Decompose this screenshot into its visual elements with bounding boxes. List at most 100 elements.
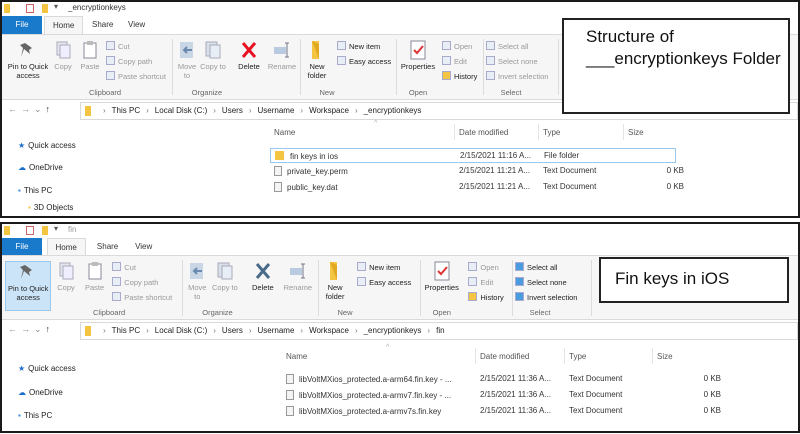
column-divider[interactable] xyxy=(475,348,476,364)
recent-locations-chevron-icon[interactable]: ⌄ xyxy=(34,104,46,114)
delete-button[interactable]: Delete xyxy=(246,261,280,292)
file-row[interactable]: libVoltMXios_protected.a-armv7s.fin.key 2… xyxy=(282,404,728,419)
history-button[interactable]: History xyxy=(468,292,504,303)
cut-button[interactable]: Cut xyxy=(112,262,136,273)
paste-button[interactable]: Paste xyxy=(78,40,102,71)
breadcrumb-item[interactable]: Workspace xyxy=(309,106,349,115)
column-header-type[interactable]: Type xyxy=(543,128,560,137)
new-folder-button[interactable]: New folder xyxy=(322,261,348,301)
column-divider[interactable] xyxy=(623,124,624,140)
column-header-date-modified[interactable]: Date modified xyxy=(480,352,529,361)
invert-selection-button[interactable]: Invert selection xyxy=(486,71,548,82)
column-header-size[interactable]: Size xyxy=(628,128,644,137)
delete-button[interactable]: Delete xyxy=(232,40,266,71)
customize-qat-chevron-icon[interactable]: ▾ xyxy=(54,224,58,233)
forward-arrow-icon[interactable]: → xyxy=(21,104,34,114)
copy-to-button[interactable]: Copy to xyxy=(200,40,226,71)
move-to-button[interactable]: Move to xyxy=(184,261,210,301)
invert-selection-button[interactable]: Invert selection xyxy=(515,292,577,303)
history-button[interactable]: History xyxy=(442,71,477,82)
quick-access-toolbar-icon[interactable] xyxy=(4,226,10,235)
tab-share[interactable]: Share xyxy=(84,16,121,34)
nav-item-quick-access[interactable]: ★ Quick access xyxy=(18,364,76,373)
tab-view[interactable]: View xyxy=(120,16,153,34)
tab-home[interactable]: Home xyxy=(46,238,86,256)
column-header-type[interactable]: Type xyxy=(569,352,586,361)
nav-item-onedrive[interactable]: ☁ OneDrive xyxy=(18,163,63,172)
file-row[interactable]: libVoltMXios_protected.a-armv7.fin.key -… xyxy=(282,388,728,403)
up-arrow-icon[interactable]: ↑ xyxy=(46,324,55,334)
tab-home[interactable]: Home xyxy=(44,16,84,34)
breadcrumb-item[interactable]: Local Disk (C:) xyxy=(155,106,207,115)
move-to-button[interactable]: Move to xyxy=(174,40,200,80)
recent-locations-chevron-icon[interactable]: ⌄ xyxy=(34,324,46,334)
file-row[interactable]: fin keys in ios 2/15/2021 11:16 A... File … xyxy=(270,148,676,163)
copy-button[interactable]: Copy xyxy=(55,261,77,292)
properties-qat-icon[interactable] xyxy=(26,4,34,13)
copy-path-button[interactable]: Copy path xyxy=(112,277,158,288)
properties-button[interactable]: Properties xyxy=(398,40,438,71)
nav-item-3d-objects[interactable]: ▪ 3D Objects xyxy=(28,203,73,212)
edit-button[interactable]: Edit xyxy=(468,277,493,288)
select-all-button[interactable]: Select all xyxy=(515,262,557,273)
copy-button[interactable]: Copy xyxy=(52,40,74,71)
new-item-button[interactable]: New item xyxy=(337,41,380,52)
select-none-button[interactable]: Select none xyxy=(515,277,567,288)
paste-button[interactable]: Paste xyxy=(83,261,107,292)
breadcrumb-item[interactable]: Username xyxy=(257,106,294,115)
new-folder-qat-icon[interactable] xyxy=(42,4,48,13)
nav-item-this-pc[interactable]: ▪ This PC xyxy=(18,411,52,420)
column-header-size[interactable]: Size xyxy=(657,352,673,361)
select-none-button[interactable]: Select none xyxy=(486,56,538,67)
copy-path-button[interactable]: Copy path xyxy=(106,56,152,67)
paste-shortcut-button[interactable]: Paste shortcut xyxy=(106,71,166,82)
column-divider[interactable] xyxy=(454,124,455,140)
breadcrumb-item[interactable]: Workspace xyxy=(309,326,349,335)
file-row[interactable]: private_key.perm 2/15/2021 11:21 A... Text… xyxy=(270,164,684,179)
tab-view[interactable]: View xyxy=(127,238,160,256)
back-arrow-icon[interactable]: ← xyxy=(8,104,21,114)
select-all-button[interactable]: Select all xyxy=(486,41,528,52)
forward-arrow-icon[interactable]: → xyxy=(21,324,34,334)
column-header-date-modified[interactable]: Date modified xyxy=(459,128,508,137)
easy-access-button[interactable]: Easy access xyxy=(337,56,391,67)
file-row[interactable]: public_key.dat 2/15/2021 11:21 A... Text D… xyxy=(270,180,684,195)
breadcrumb-item[interactable]: This PC xyxy=(112,326,140,335)
breadcrumb-item[interactable]: _encryptionkeys xyxy=(364,106,422,115)
rename-button[interactable]: Rename xyxy=(266,40,298,71)
column-divider[interactable] xyxy=(564,348,565,364)
nav-item-quick-access[interactable]: ★ Quick access xyxy=(18,141,76,150)
new-folder-qat-icon[interactable] xyxy=(42,226,48,235)
nav-item-this-pc[interactable]: ▪ This PC xyxy=(18,186,52,195)
properties-qat-icon[interactable] xyxy=(26,226,34,235)
new-folder-button[interactable]: New folder xyxy=(304,40,330,80)
paste-shortcut-button[interactable]: Paste shortcut xyxy=(112,292,172,303)
properties-button[interactable]: Properties xyxy=(422,261,462,292)
file-row[interactable]: libVoltMXios_protected.a-arm64.fin.key -… xyxy=(282,372,728,387)
tab-file[interactable]: File xyxy=(2,16,42,34)
breadcrumb-item[interactable]: Local Disk (C:) xyxy=(155,326,207,335)
nav-item-onedrive[interactable]: ☁ OneDrive xyxy=(18,388,63,397)
breadcrumb-item[interactable]: _encryptionkeys xyxy=(364,326,422,335)
customize-qat-chevron-icon[interactable]: ▾ xyxy=(54,2,58,11)
address-bar[interactable]: › This PC › Local Disk (C:) › Users › Username ›… xyxy=(80,322,798,340)
column-divider[interactable] xyxy=(538,124,539,140)
quick-access-toolbar-icon[interactable] xyxy=(4,4,10,13)
column-header-name[interactable]: Name xyxy=(286,352,307,361)
column-header-name[interactable]: Name xyxy=(274,128,295,137)
back-arrow-icon[interactable]: ← xyxy=(8,324,21,334)
breadcrumb-item[interactable]: Users xyxy=(222,106,243,115)
pin-to-quick-access-button[interactable]: Pin to Quick access xyxy=(5,40,51,80)
copy-to-button[interactable]: Copy to xyxy=(212,261,238,292)
open-button[interactable]: Open xyxy=(442,41,472,52)
rename-button[interactable]: Rename xyxy=(282,261,314,292)
new-item-button[interactable]: New item xyxy=(357,262,400,273)
breadcrumb-item[interactable]: This PC xyxy=(112,106,140,115)
tab-share[interactable]: Share xyxy=(89,238,126,256)
breadcrumb-item[interactable]: fin xyxy=(436,326,444,335)
easy-access-button[interactable]: Easy access xyxy=(357,277,411,288)
open-button[interactable]: Open xyxy=(468,262,499,273)
column-divider[interactable] xyxy=(652,348,653,364)
edit-button[interactable]: Edit xyxy=(442,56,467,67)
breadcrumb-item[interactable]: Users xyxy=(222,326,243,335)
